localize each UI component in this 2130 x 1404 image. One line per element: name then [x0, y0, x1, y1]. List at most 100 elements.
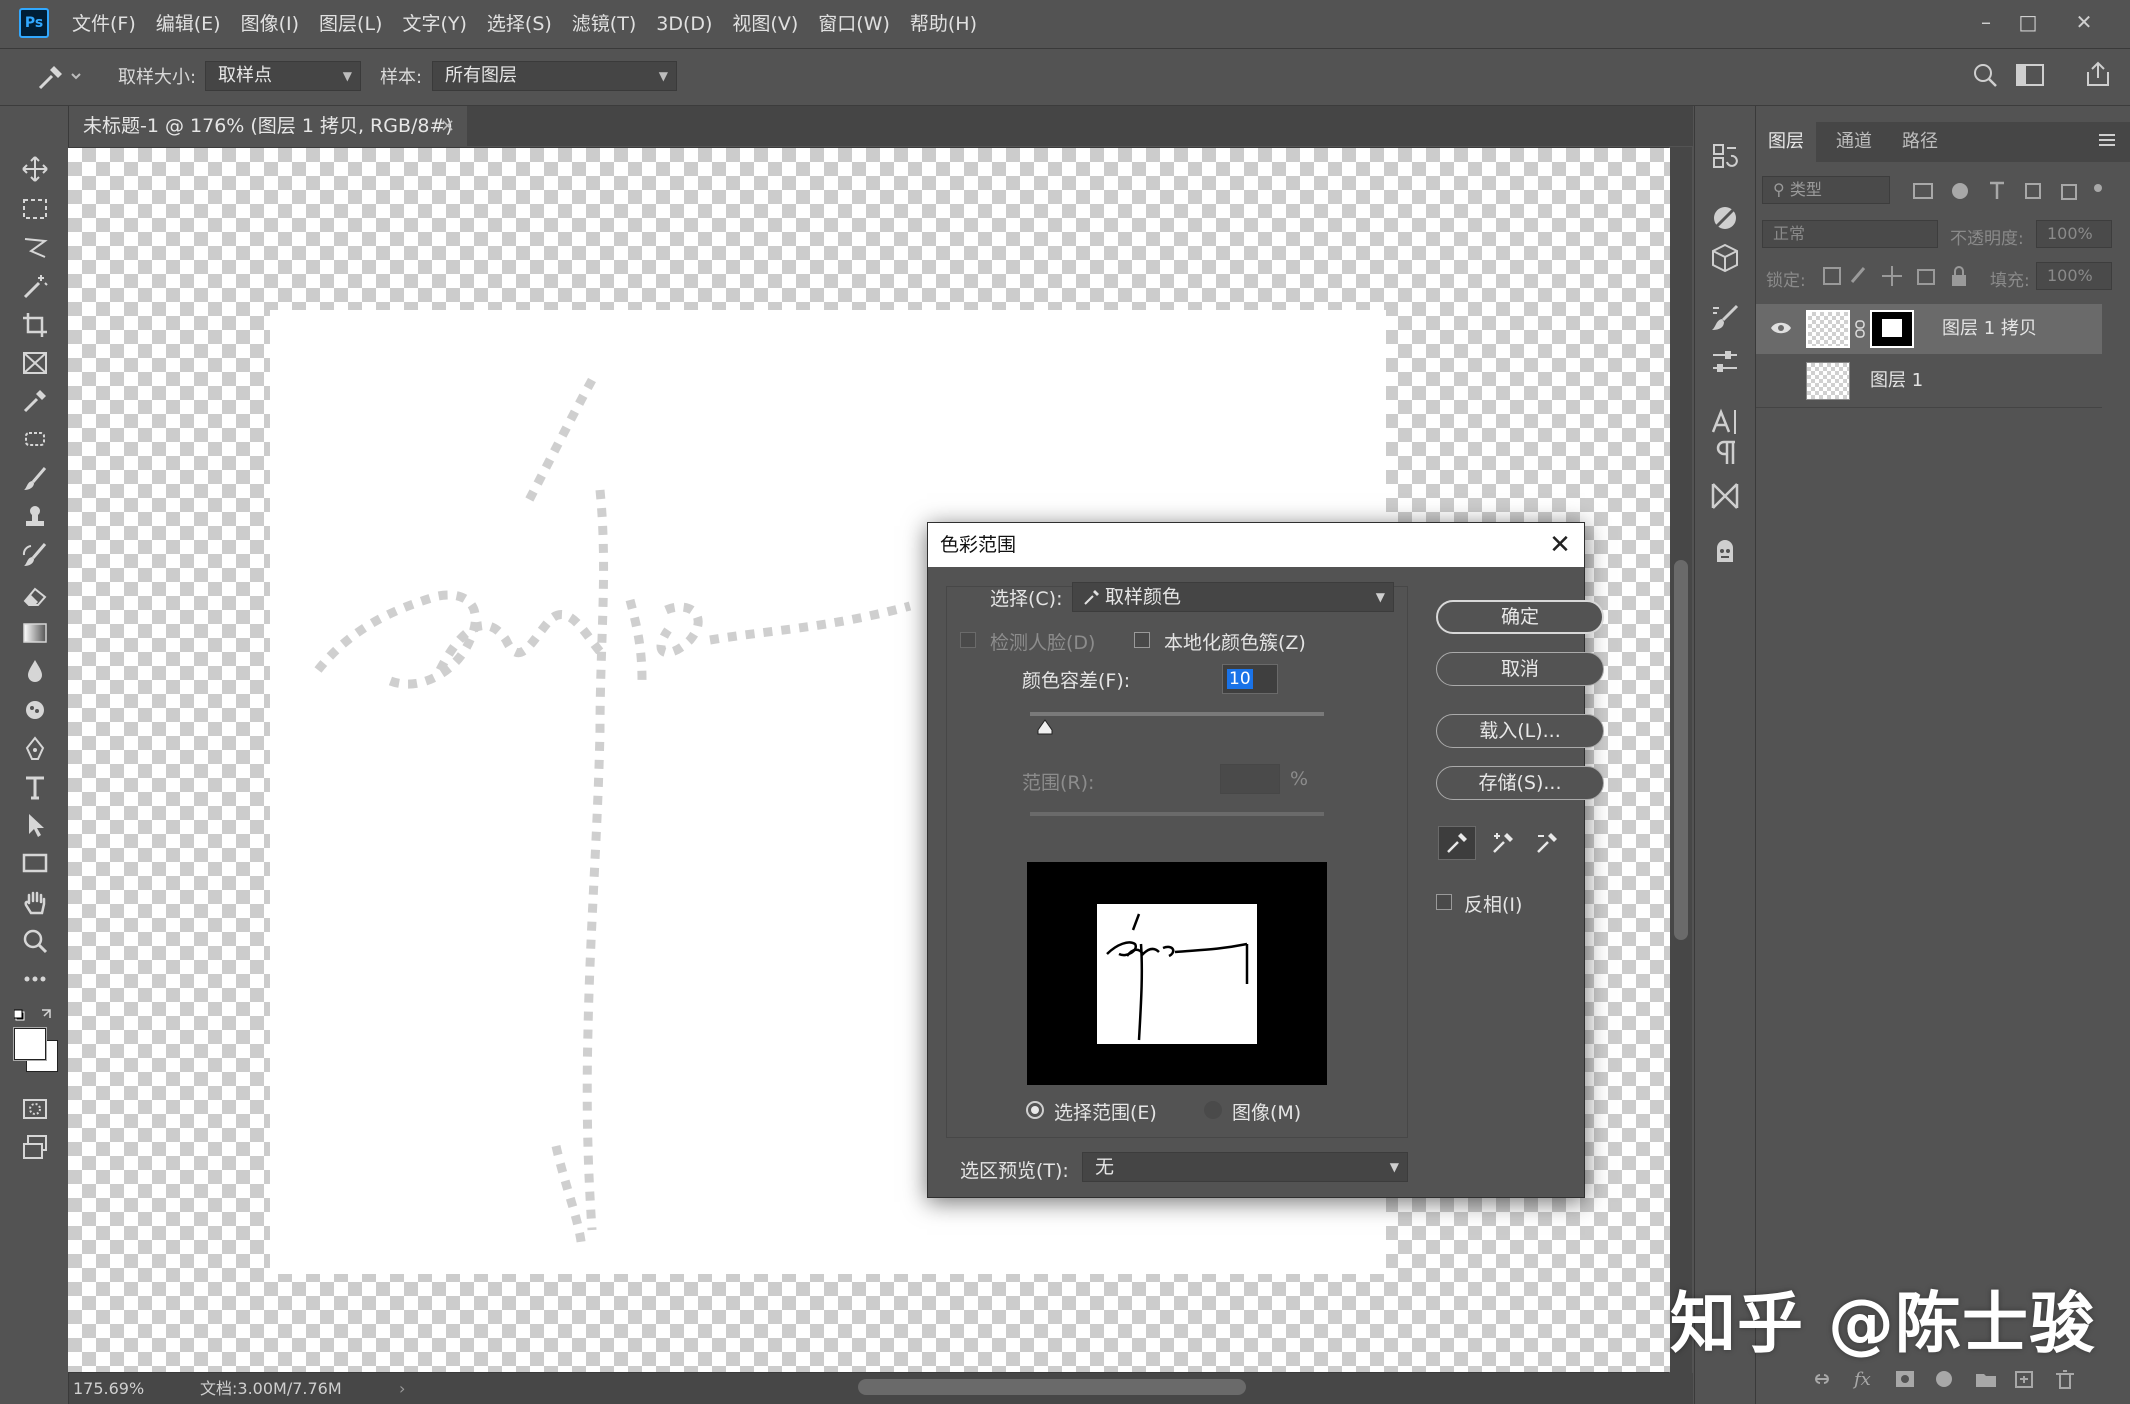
- panel-menu-icon[interactable]: [2096, 130, 2118, 150]
- tab-channels[interactable]: 通道: [1824, 122, 1884, 162]
- eyedropper-icon[interactable]: [1438, 826, 1476, 860]
- menu-help[interactable]: 帮助(H): [900, 0, 987, 48]
- menu-file[interactable]: 文件(F): [62, 0, 146, 48]
- menu-type[interactable]: 文字(Y): [392, 0, 476, 48]
- detect-faces-checkbox[interactable]: [960, 632, 976, 648]
- history-panel-icon[interactable]: [1709, 140, 1741, 172]
- search-icon[interactable]: [1972, 62, 1998, 88]
- restore-button[interactable]: □: [2008, 6, 2048, 38]
- zoom-level[interactable]: 175.69%: [73, 1373, 144, 1404]
- eyedropper-tool-preset-icon[interactable]: [34, 62, 82, 92]
- document-tab[interactable]: 未标题-1 @ 176% (图层 1 拷贝, RGB/8#) *: [69, 106, 467, 177]
- ok-button[interactable]: 确定: [1436, 600, 1604, 634]
- preview-signature: [1106, 913, 1249, 1041]
- magic-wand-tool-icon[interactable]: [18, 270, 52, 304]
- quick-mask-icon[interactable]: [18, 1092, 52, 1126]
- lasso-tool-icon[interactable]: [18, 230, 52, 264]
- 3d-panel-icon[interactable]: [1709, 242, 1741, 274]
- eyedropper-tool-icon[interactable]: [18, 384, 52, 418]
- eye-icon[interactable]: [1770, 320, 1792, 336]
- properties-panel-icon[interactable]: [1709, 346, 1741, 378]
- gradient-tool-icon[interactable]: [18, 616, 52, 650]
- menu-view[interactable]: 视图(V): [722, 0, 808, 48]
- menu-filter[interactable]: 滤镜(T): [562, 0, 646, 48]
- sample-size-select[interactable]: 取样点 ▼: [205, 61, 361, 91]
- eraser-tool-icon[interactable]: [18, 578, 52, 612]
- dialog-title: 色彩范围: [940, 534, 1017, 556]
- more-tools-icon[interactable]: [18, 962, 52, 996]
- menu-window[interactable]: 窗口(W): [808, 0, 900, 48]
- layer-row[interactable]: 图层 1: [1756, 356, 2102, 406]
- close-tab-icon[interactable]: ×: [440, 106, 455, 146]
- marquee-tool-icon[interactable]: [18, 192, 52, 226]
- foreground-color-swatch[interactable]: [14, 1028, 46, 1060]
- range-slider-track[interactable]: [1030, 812, 1324, 816]
- layer-mask-thumbnail[interactable]: [1870, 310, 1914, 348]
- menu-select[interactable]: 选择(S): [477, 0, 562, 48]
- move-tool-icon[interactable]: [18, 152, 52, 186]
- hand-tool-icon[interactable]: [18, 886, 52, 920]
- minimize-button[interactable]: –: [1966, 6, 2006, 38]
- document-info: 文档:3.00M/7.76M: [200, 1379, 342, 1398]
- crop-tool-icon[interactable]: [18, 308, 52, 342]
- cancel-button[interactable]: 取消: [1436, 652, 1604, 686]
- adjustments-panel-icon[interactable]: [1709, 202, 1741, 234]
- opacity-field[interactable]: 100%: [2036, 220, 2112, 248]
- healing-brush-tool-icon[interactable]: [18, 422, 52, 456]
- paragraph-panel-icon[interactable]: [1709, 436, 1741, 468]
- status-menu-chevron-icon[interactable]: ›: [399, 1373, 405, 1404]
- workspace-icon[interactable]: [2016, 64, 2044, 86]
- path-selection-tool-icon[interactable]: [18, 808, 52, 842]
- eyedropper-minus-icon[interactable]: [1528, 826, 1566, 860]
- zoom-tool-icon[interactable]: [18, 924, 52, 958]
- brush-tool-icon[interactable]: [18, 462, 52, 496]
- save-button[interactable]: 存储(S)...: [1436, 766, 1604, 800]
- type-tool-icon[interactable]: [18, 770, 52, 804]
- menu-edit[interactable]: 编辑(E): [146, 0, 231, 48]
- tab-layers[interactable]: 图层: [1756, 122, 1816, 162]
- dialog-title-bar[interactable]: [928, 523, 1584, 567]
- layer-row-selected[interactable]: 图层 1 拷贝: [1756, 304, 2102, 354]
- menu-image[interactable]: 图像(I): [231, 0, 309, 48]
- eyedropper-plus-icon[interactable]: [1484, 826, 1522, 860]
- blur-tool-icon[interactable]: [18, 654, 52, 688]
- close-icon[interactable]: ✕: [1546, 523, 1574, 567]
- share-icon[interactable]: [2084, 60, 2112, 88]
- dodge-tool-icon[interactable]: [18, 694, 52, 728]
- tab-paths[interactable]: 路径: [1890, 122, 1950, 162]
- vertical-scroll-thumb[interactable]: [1674, 560, 1688, 940]
- character-panel-icon[interactable]: [1709, 406, 1741, 438]
- menu-layer[interactable]: 图层(L): [309, 0, 392, 48]
- range-unit: %: [1290, 768, 1309, 790]
- rectangle-tool-icon[interactable]: [18, 846, 52, 880]
- pen-tool-icon[interactable]: [18, 732, 52, 766]
- screen-mode-icon[interactable]: [18, 1130, 52, 1164]
- selection-radio[interactable]: [1026, 1101, 1044, 1119]
- default-colors-icon[interactable]: [14, 1006, 58, 1026]
- fuzziness-slider-handle[interactable]: [1036, 718, 1054, 736]
- brushes-panel-icon[interactable]: [1709, 302, 1741, 334]
- sample-select[interactable]: 所有图层 ▼: [432, 61, 677, 91]
- blend-mode-select[interactable]: 正常: [1762, 220, 1938, 248]
- select-mode-dropdown[interactable]: 取样颜色 ▼: [1072, 582, 1394, 612]
- layer-filter-select[interactable]: ⚲ 类型: [1762, 176, 1890, 204]
- invert-checkbox[interactable]: [1436, 894, 1452, 910]
- menu-3d[interactable]: 3D(D): [646, 0, 722, 48]
- close-window-button[interactable]: ✕: [2064, 6, 2104, 38]
- fuzziness-slider-track[interactable]: [1030, 712, 1324, 716]
- libraries-panel-icon[interactable]: [1709, 536, 1741, 568]
- selection-preview-dropdown[interactable]: 无 ▼: [1082, 1152, 1408, 1182]
- image-radio[interactable]: [1204, 1101, 1222, 1119]
- history-brush-tool-icon[interactable]: [18, 538, 52, 572]
- glyphs-panel-icon[interactable]: [1709, 480, 1741, 512]
- visibility-toggle[interactable]: [1770, 372, 1788, 390]
- chevron-down-icon: ▼: [658, 69, 668, 83]
- fill-field[interactable]: 100%: [2036, 262, 2112, 290]
- frame-tool-icon[interactable]: [18, 346, 52, 380]
- clone-stamp-tool-icon[interactable]: [18, 500, 52, 534]
- collapsed-panels-column: [1694, 106, 1756, 1404]
- horizontal-scroll-thumb[interactable]: [858, 1379, 1246, 1395]
- load-button[interactable]: 载入(L)...: [1436, 714, 1604, 748]
- range-input[interactable]: [1220, 764, 1280, 794]
- localized-clusters-checkbox[interactable]: [1134, 632, 1150, 648]
